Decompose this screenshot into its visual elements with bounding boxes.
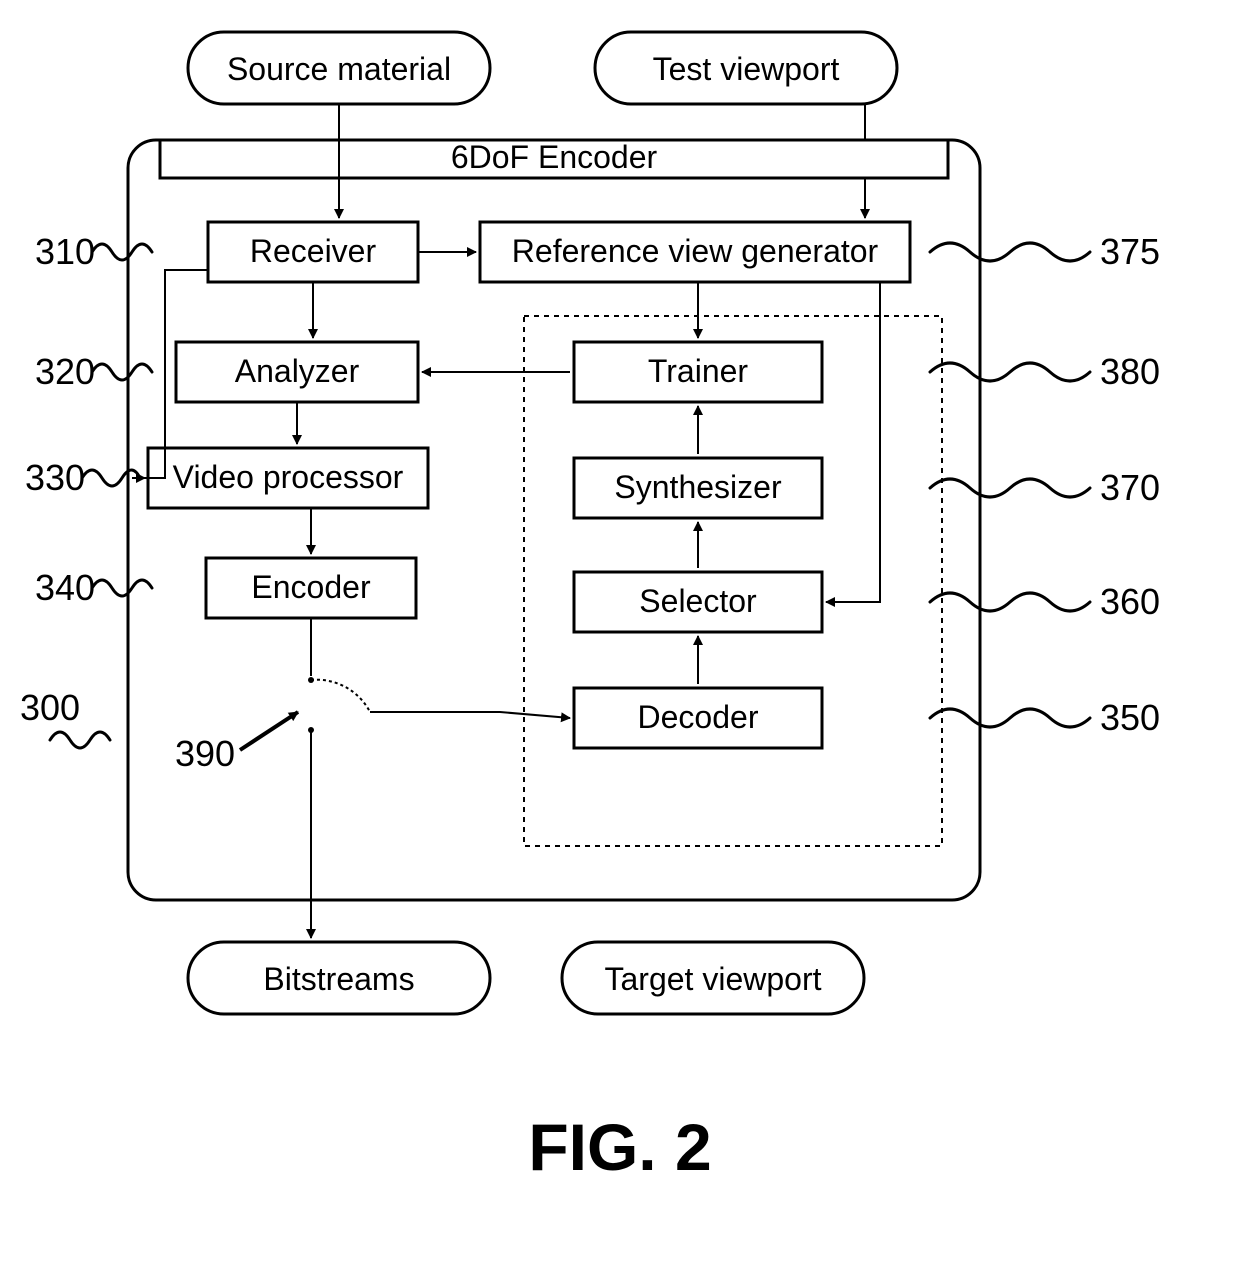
label-test-viewport: Test viewport	[653, 51, 840, 87]
ref-300: 300	[20, 687, 80, 728]
figure-label: FIG. 2	[528, 1110, 711, 1184]
ref-370: 370	[1100, 467, 1160, 508]
ref-360: 360	[1100, 581, 1160, 622]
ref-350: 350	[1100, 697, 1160, 738]
label-source-material: Source material	[227, 51, 451, 87]
label-selector: Selector	[639, 583, 757, 619]
label-trainer: Trainer	[648, 353, 749, 389]
label-encoder: Encoder	[251, 569, 371, 605]
label-ref-gen: Reference view generator	[512, 233, 879, 269]
label-target-viewport: Target viewport	[605, 961, 822, 997]
ref-380: 380	[1100, 351, 1160, 392]
ref-340: 340	[35, 567, 95, 608]
label-receiver: Receiver	[250, 233, 377, 269]
ref-330: 330	[25, 457, 85, 498]
label-video-processor: Video processor	[173, 459, 404, 495]
diagram-stage: Source material Test viewport 6DoF Encod…	[0, 0, 1240, 1265]
ref-310: 310	[35, 231, 95, 272]
label-container-title: 6DoF Encoder	[451, 139, 658, 175]
squiggle-300	[50, 732, 110, 748]
label-bitstreams: Bitstreams	[263, 961, 414, 997]
ref-375: 375	[1100, 231, 1160, 272]
label-synthesizer: Synthesizer	[614, 469, 782, 505]
label-analyzer: Analyzer	[235, 353, 360, 389]
ref-390: 390	[175, 733, 235, 774]
ref-320: 320	[35, 351, 95, 392]
label-decoder: Decoder	[638, 699, 759, 735]
switch-bottom-node	[308, 727, 314, 733]
